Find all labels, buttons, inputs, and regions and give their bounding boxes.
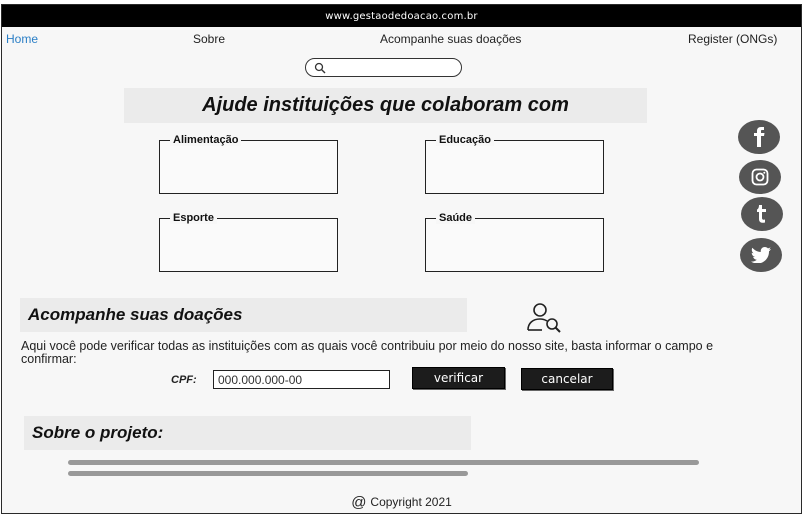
category-label: Saúde [436,212,476,224]
twitter-icon[interactable] [740,238,782,272]
text-placeholder-line [68,471,468,476]
facebook-glyph [754,127,765,147]
cpf-label: CPF: [171,374,197,386]
tracking-description: Aqui você pode verificar todas as instit… [21,339,714,366]
tracking-section-title: Acompanhe suas doações [20,298,467,332]
category-alimentacao[interactable]: Alimentação [159,134,338,194]
cancel-button[interactable]: cancelar [521,368,613,390]
instagram-glyph [751,168,769,186]
instagram-icon[interactable] [739,160,781,194]
hero-title: Ajude instituições que colaboram com [202,94,569,116]
about-title-text: Sobre o projeto: [32,423,164,442]
footer: @ Copyright 2021 [2,494,801,511]
about-section-title: Sobre o projeto: [24,416,471,450]
nav-home[interactable]: Home [6,32,38,46]
copyright-symbol: @ [351,494,367,511]
search-icon [314,62,326,74]
hero-banner: Ajude instituições que colaboram com [124,88,647,123]
category-label: Esporte [170,212,217,224]
category-label: Alimentação [170,134,242,146]
address-bar[interactable]: www.gestaodedoacao.com.br [2,5,801,27]
text-placeholder-line [68,460,699,465]
category-saude[interactable]: Saúde [425,212,604,272]
category-esporte[interactable]: Esporte [159,212,338,272]
search-box[interactable] [305,58,462,77]
top-nav: Home Sobre Acompanhe suas doações Regist… [2,32,801,50]
tumblr-glyph [757,205,766,223]
verify-button[interactable]: verificar [412,367,505,389]
category-label: Educação [436,134,494,146]
copyright-text: Copyright 2021 [370,495,452,509]
nav-acompanhe[interactable]: Acompanhe suas doações [380,32,521,46]
user-search-icon [527,303,561,333]
nav-sobre[interactable]: Sobre [193,32,225,46]
url-text: www.gestaodedoacao.com.br [325,10,478,22]
facebook-icon[interactable] [738,120,780,154]
page-frame: www.gestaodedoacao.com.br Home Sobre Aco… [1,4,802,514]
category-educacao[interactable]: Educação [425,134,604,194]
tumblr-icon[interactable] [741,197,783,231]
cpf-field[interactable] [213,370,390,389]
twitter-glyph [751,247,771,263]
tracking-title-text: Acompanhe suas doações [28,305,243,324]
nav-register[interactable]: Register (ONGs) [688,32,777,46]
search-input[interactable] [330,60,459,76]
